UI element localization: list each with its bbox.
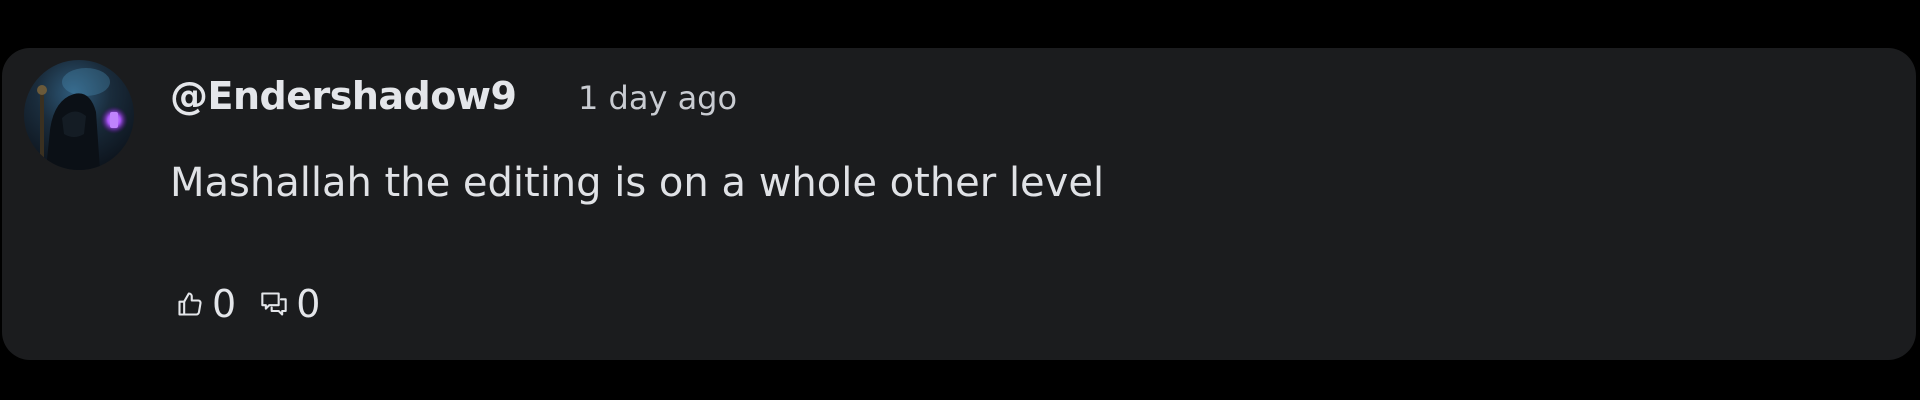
- comment-text: Mashallah the editing is on a whole othe…: [170, 160, 1105, 206]
- reply-button[interactable]: 0: [260, 284, 320, 324]
- comments-icon: [260, 290, 288, 318]
- comment-actions: 0 0: [176, 284, 344, 324]
- comment-card: @Endershadow9 1 day ago Mashallah the ed…: [2, 48, 1916, 360]
- comment-author[interactable]: @Endershadow9: [170, 72, 517, 120]
- avatar[interactable]: [24, 60, 134, 170]
- like-button[interactable]: 0: [176, 284, 236, 324]
- reply-count: 0: [296, 282, 321, 326]
- like-count: 0: [212, 282, 237, 326]
- comment-timestamp: 1 day ago: [578, 79, 738, 117]
- thumbs-up-icon: [176, 290, 204, 318]
